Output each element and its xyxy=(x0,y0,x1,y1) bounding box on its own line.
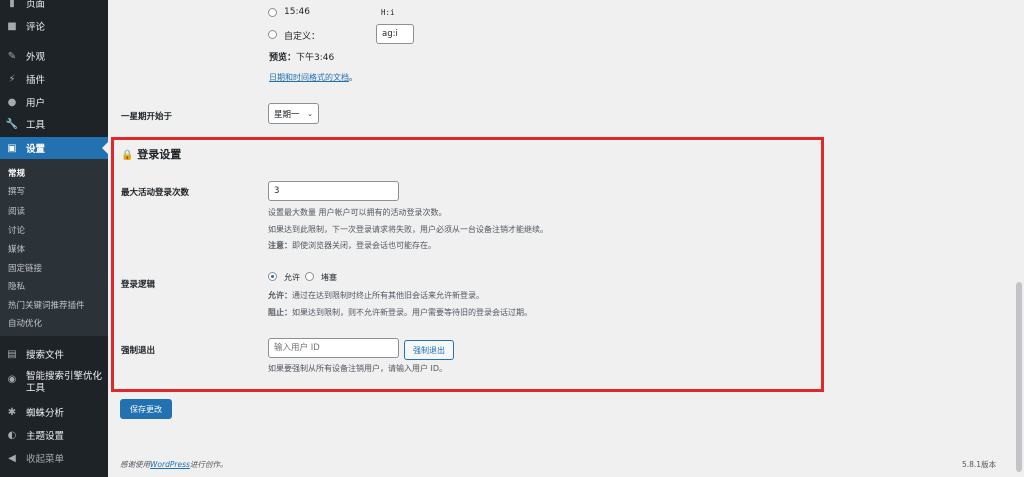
footer-thanks-suffix: 进行创作。 xyxy=(189,460,228,469)
sidebar-item-tools[interactable]: 🔧 工具 xyxy=(0,116,108,132)
preview-value: 下午3:46 xyxy=(296,53,335,63)
spider-icon: ✱ xyxy=(7,406,17,418)
sidebar-item-label: 设置 xyxy=(26,144,46,155)
sidebar-item-label-group: 智能搜索引擎优化 工具 xyxy=(26,371,102,395)
sidebar-item-settings[interactable]: ▣ 设置 xyxy=(0,137,108,159)
sidebar-item-label: 主题设置 xyxy=(26,431,65,442)
admin-sidebar: ▮ 页面 ■ 评论 ✎ 外观 ⚡ 插件 ● 用户 🔧 工具 ▣ 设置 常规 撰写… xyxy=(0,0,108,477)
sidebar-item-label: 页面 xyxy=(26,0,46,10)
comment-icon: ■ xyxy=(7,20,17,32)
sidebar-item-label: 蜘蛛分析 xyxy=(26,408,65,419)
preview-label: 预览： xyxy=(269,53,297,63)
user-icon: ● xyxy=(7,96,17,108)
week-start-label: 一星期开始于 xyxy=(121,112,173,122)
doc-link-suffix: 。 xyxy=(349,73,357,82)
time-format-radio-1[interactable] xyxy=(268,8,277,17)
date-format-doc-link[interactable]: 日期和时间格式的文档 xyxy=(269,73,349,82)
highlight-box xyxy=(111,137,824,392)
footer-thanks-prefix: 感谢使用 xyxy=(120,460,150,469)
sidebar-item-seo-tools[interactable]: ◉ 智能搜索引擎优化 工具 xyxy=(0,371,108,397)
sidebar-item-comments[interactable]: ■ 评论 xyxy=(0,18,108,34)
save-changes-button[interactable]: 保存更改 xyxy=(120,399,172,419)
theme-icon: ◐ xyxy=(7,429,17,441)
footer-version: 5.8.1版本 xyxy=(962,460,997,469)
time-format-preview: 预览：下午3:46 xyxy=(269,50,334,63)
sidebar-item-label: 外观 xyxy=(26,52,46,63)
time-format-radio-custom[interactable] xyxy=(268,30,277,39)
sidebar-item-label-line2: 工具 xyxy=(26,383,46,394)
sidebar-item-label: 智能搜索引擎优化 xyxy=(26,371,103,382)
submenu-item-permalinks[interactable]: 固定链接 xyxy=(8,262,42,274)
chevron-down-icon: ⌄ xyxy=(307,109,313,118)
wrench-icon: 🔧 xyxy=(5,118,19,130)
submenu-item-privacy[interactable]: 隐私 xyxy=(8,280,25,292)
week-start-select[interactable]: 星期一 ⌄ xyxy=(268,103,319,124)
brush-icon: ✎ xyxy=(7,50,17,62)
footer-thanks: 感谢使用WordPress进行创作。 xyxy=(120,459,227,470)
sidebar-item-label: 插件 xyxy=(26,75,46,86)
seo-icon: ◉ xyxy=(7,373,17,385)
sidebar-item-plugins[interactable]: ⚡ 插件 xyxy=(0,71,108,87)
time-format-custom-value: ag:i xyxy=(382,29,398,39)
submenu-item-hot-keywords[interactable]: 热门关键词推荐插件 xyxy=(8,299,85,311)
sidebar-item-collapse[interactable]: ◀ 收起菜单 xyxy=(0,450,108,466)
sidebar-item-label: 收起菜单 xyxy=(26,454,65,465)
time-format-custom-input[interactable]: ag:i xyxy=(376,24,414,44)
time-format-code: H:i xyxy=(378,7,398,18)
submenu-item-autoptimize[interactable]: 自动优化 xyxy=(8,317,42,329)
settings-icon: ▣ xyxy=(7,142,17,154)
page-icon: ▮ xyxy=(9,0,15,9)
sidebar-item-label: 评论 xyxy=(26,22,46,33)
scrollbar-thumb[interactable] xyxy=(1016,282,1022,472)
sidebar-item-pages[interactable]: ▮ 页面 xyxy=(0,0,108,10)
date-doc-link-wrap: 日期和时间格式的文档。 xyxy=(269,72,357,83)
time-format-option-1: 15:46 xyxy=(284,7,310,17)
sidebar-item-users[interactable]: ● 用户 xyxy=(0,94,108,110)
time-format-custom-label: 自定义： xyxy=(284,32,321,42)
sidebar-item-label: 搜索文件 xyxy=(26,350,65,361)
wordpress-link[interactable]: WordPress xyxy=(150,460,190,469)
sidebar-item-label: 用户 xyxy=(26,98,46,109)
submenu-item-general[interactable]: 常规 xyxy=(8,167,25,179)
settings-submenu: 常规 撰写 阅读 讨论 媒体 固定链接 隐私 热门关键词推荐插件 自动优化 xyxy=(0,159,108,336)
file-search-icon: ▤ xyxy=(7,348,17,360)
submenu-item-discussion[interactable]: 讨论 xyxy=(8,224,25,236)
submenu-item-writing[interactable]: 撰写 xyxy=(8,185,25,197)
submenu-item-media[interactable]: 媒体 xyxy=(8,243,25,255)
collapse-icon: ◀ xyxy=(8,452,16,464)
sidebar-item-label: 工具 xyxy=(26,120,46,131)
sidebar-item-theme[interactable]: ◐ 主题设置 xyxy=(0,427,108,443)
page-scrollbar[interactable] xyxy=(1014,0,1024,477)
sidebar-item-appearance[interactable]: ✎ 外观 xyxy=(0,48,108,64)
submenu-item-reading[interactable]: 阅读 xyxy=(8,205,25,217)
week-start-value: 星期一 xyxy=(274,109,300,120)
plugin-icon: ⚡ xyxy=(8,73,16,85)
sidebar-item-spider[interactable]: ✱ 蜘蛛分析 xyxy=(0,404,108,420)
sidebar-item-search-files[interactable]: ▤ 搜索文件 xyxy=(0,346,108,362)
